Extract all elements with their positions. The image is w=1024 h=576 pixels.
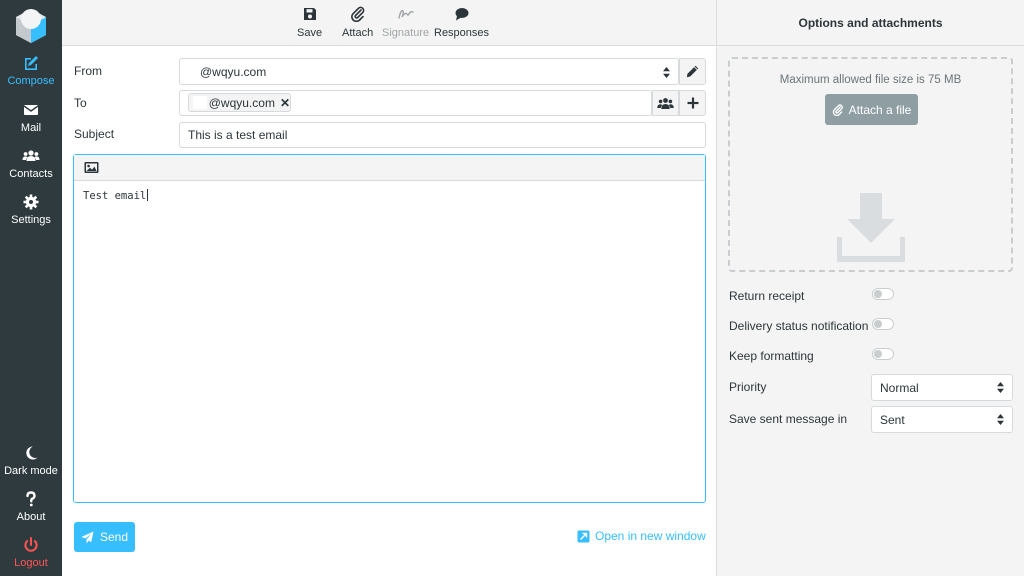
save-sent-select[interactable]: Sent bbox=[871, 406, 1013, 433]
recipient-address: @wqyu.com bbox=[208, 95, 275, 110]
save-sent-label: Save sent message in bbox=[729, 412, 848, 426]
pencil-icon bbox=[686, 65, 699, 78]
download-icon bbox=[837, 193, 905, 262]
external-link-icon bbox=[577, 530, 590, 542]
remove-recipient-icon[interactable]: ✕ bbox=[280, 96, 290, 110]
save-button[interactable]: Save bbox=[297, 6, 322, 40]
subject-input[interactable]: This is a test email bbox=[179, 122, 706, 148]
up-down-caret-icon bbox=[997, 382, 1004, 393]
up-down-caret-icon bbox=[997, 414, 1004, 425]
edit-identity-button[interactable] bbox=[679, 58, 706, 85]
attach-button[interactable]: Attach bbox=[342, 6, 373, 40]
paperclip-icon bbox=[832, 103, 843, 116]
address-book-icon bbox=[657, 97, 674, 109]
toggle-knob bbox=[874, 320, 882, 328]
nav-contacts[interactable]: Contacts bbox=[0, 147, 62, 191]
recipient-name-placeholder bbox=[193, 96, 207, 109]
responses-label: Responses bbox=[434, 27, 490, 39]
nav-compose[interactable]: Compose bbox=[0, 54, 62, 98]
nav-dark-mode[interactable]: Dark mode bbox=[0, 444, 62, 488]
comment-icon bbox=[455, 8, 469, 21]
paper-plane-icon bbox=[81, 531, 94, 543]
compose-icon bbox=[25, 56, 38, 70]
moon-icon bbox=[26, 446, 38, 460]
responses-button[interactable]: Responses bbox=[434, 6, 489, 40]
send-button[interactable]: Send bbox=[74, 522, 135, 552]
attachment-dropzone[interactable]: Maximum allowed file size is 75 MB Attac… bbox=[728, 57, 1013, 272]
message-editor[interactable]: Test email bbox=[73, 154, 706, 503]
message-text: Test email bbox=[83, 190, 147, 202]
message-body[interactable]: Test email bbox=[83, 189, 149, 202]
save-icon bbox=[303, 8, 316, 20]
editor-toolbar bbox=[74, 155, 705, 181]
nav-compose-label: Compose bbox=[7, 75, 55, 87]
add-recipient-button[interactable] bbox=[679, 90, 706, 116]
delivery-status-label: Delivery status notification bbox=[729, 319, 869, 333]
delivery-status-toggle[interactable] bbox=[872, 318, 894, 330]
nav-settings[interactable]: Settings bbox=[0, 193, 62, 237]
send-label: Send bbox=[99, 530, 129, 544]
attach-label: Attach bbox=[342, 27, 374, 39]
image-icon[interactable] bbox=[84, 161, 99, 174]
attach-file-button[interactable]: Attach a file bbox=[825, 94, 918, 125]
nav-about[interactable]: About bbox=[0, 490, 62, 534]
signature-button[interactable]: Signature bbox=[382, 6, 429, 40]
nav-logout[interactable]: Logout bbox=[0, 536, 62, 576]
up-down-caret-icon bbox=[663, 67, 670, 78]
nav-logout-label: Logout bbox=[14, 557, 48, 569]
to-label: To bbox=[74, 96, 87, 110]
open-in-new-window-label: Open in new window bbox=[595, 529, 706, 543]
recipient-chip[interactable]: @wqyu.com ✕ bbox=[188, 93, 291, 112]
plus-icon bbox=[687, 97, 698, 109]
options-title: Options and attachments bbox=[798, 15, 943, 30]
subject-value: This is a test email bbox=[188, 128, 288, 142]
signature-icon bbox=[397, 9, 414, 19]
logo-icon[interactable] bbox=[10, 4, 52, 46]
max-file-size-text: Maximum allowed file size is 75 MB bbox=[779, 74, 962, 86]
signature-label: Signature bbox=[382, 27, 430, 39]
address-book-button[interactable] bbox=[652, 90, 679, 116]
toggle-knob bbox=[874, 350, 882, 358]
from-label: From bbox=[74, 64, 102, 78]
paperclip-icon bbox=[350, 6, 364, 22]
save-sent-value: Sent bbox=[880, 412, 905, 427]
from-value: @wqyu.com bbox=[200, 64, 267, 79]
from-select[interactable]: @wqyu.com bbox=[179, 58, 679, 85]
compose-toolbar: Save Attach Signature Responses bbox=[62, 0, 716, 46]
power-icon bbox=[24, 537, 38, 552]
text-caret bbox=[147, 189, 149, 201]
nav-settings-label: Settings bbox=[11, 214, 51, 226]
question-icon bbox=[26, 491, 36, 507]
subject-label: Subject bbox=[74, 127, 115, 141]
priority-value: Normal bbox=[880, 380, 919, 395]
save-label: Save bbox=[297, 27, 323, 39]
attach-file-label: Attach a file bbox=[848, 102, 912, 117]
options-header: Options and attachments bbox=[716, 0, 1024, 46]
nav-contacts-label: Contacts bbox=[9, 168, 53, 180]
toggle-knob bbox=[874, 290, 882, 298]
mail-icon bbox=[23, 105, 39, 115]
nav-mail[interactable]: Mail bbox=[0, 101, 62, 145]
keep-formatting-label: Keep formatting bbox=[729, 349, 814, 363]
keep-formatting-toggle[interactable] bbox=[872, 348, 894, 360]
return-receipt-label: Return receipt bbox=[729, 289, 805, 303]
nav-mail-label: Mail bbox=[20, 122, 42, 134]
settings-icon bbox=[23, 194, 39, 210]
open-in-new-window-link[interactable]: Open in new window bbox=[577, 529, 706, 543]
contacts-icon bbox=[22, 150, 40, 161]
nav-dark-mode-label: Dark mode bbox=[4, 465, 58, 477]
priority-select[interactable]: Normal bbox=[871, 374, 1013, 401]
sidebar: Compose Mail Contacts Settings Dark mode… bbox=[0, 0, 62, 576]
return-receipt-toggle[interactable] bbox=[872, 288, 894, 300]
priority-label: Priority bbox=[729, 380, 767, 394]
nav-about-label: About bbox=[16, 511, 46, 523]
